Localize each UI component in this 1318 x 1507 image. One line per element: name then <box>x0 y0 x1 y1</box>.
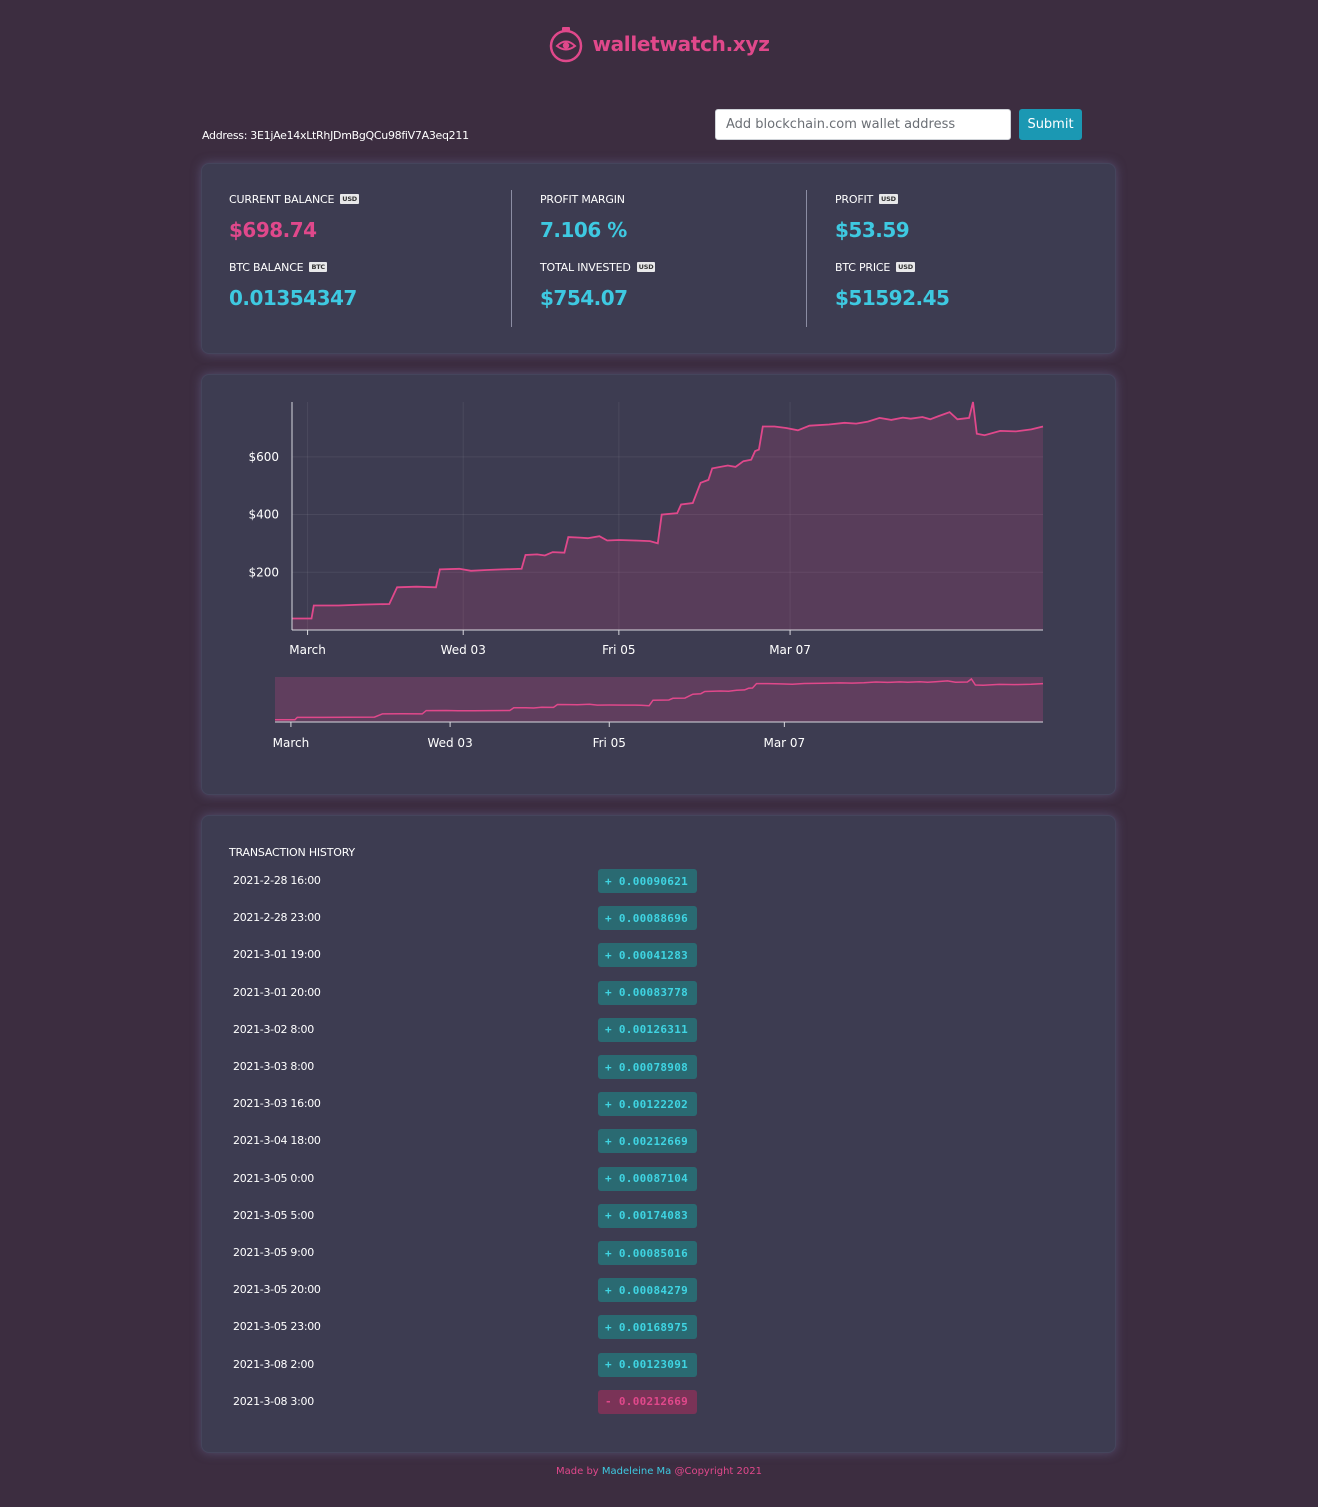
transaction-row: 2021-2-28 23:00 + 0.00088696 <box>233 906 713 931</box>
transaction-amount-badge: + 0.00078908 <box>598 1055 697 1079</box>
transaction-row: 2021-3-01 19:00 + 0.00041283 <box>233 943 713 968</box>
navigator-tick-label: Fri 05 <box>593 736 626 750</box>
transaction-amount-badge: + 0.00083778 <box>598 980 697 1005</box>
current-balance-label: CURRENT BALANCE USD <box>229 190 496 208</box>
transaction-row: 2021-3-05 9:00 + 0.00085016 <box>233 1241 713 1265</box>
transaction-date: 2021-3-05 23:00 <box>233 1320 321 1334</box>
transaction-date: 2021-2-28 23:00 <box>233 911 321 925</box>
btc-price-label-text: BTC PRICE <box>835 260 891 274</box>
transaction-amount-badge: + 0.00212669 <box>598 1129 697 1154</box>
x-tick-label: Mar 07 <box>769 643 811 657</box>
wallet-address-input[interactable] <box>715 109 1011 140</box>
btc-balance-label: BTC BALANCE BTC <box>229 258 496 276</box>
transaction-amount-badge: + 0.00088696 <box>598 906 697 931</box>
transaction-date: 2021-3-08 2:00 <box>233 1357 314 1371</box>
transaction-row: 2021-3-03 8:00 + 0.00078908 <box>233 1055 713 1079</box>
footer: Made by Madeleine Ma @Copyright 2021 <box>0 1466 1318 1477</box>
footer-copyright: @Copyright 2021 <box>671 1466 762 1477</box>
transaction-amount-badge: + 0.00085016 <box>598 1241 697 1265</box>
transaction-amount-badge: + 0.00123091 <box>598 1352 697 1377</box>
transaction-row: 2021-3-08 2:00 + 0.00123091 <box>233 1352 713 1377</box>
transaction-amount-badge: + 0.00090621 <box>598 869 697 893</box>
current-balance-label-text: CURRENT BALANCE <box>229 192 335 206</box>
transaction-history-card: TRANSACTION HISTORY 2021-2-28 16:00 + 0.0… <box>201 815 1116 1453</box>
transaction-row: 2021-2-28 16:00 + 0.00090621 <box>233 869 713 893</box>
btc-balance-value: 0.01354347 <box>229 286 357 310</box>
stats-column-profit: PROFIT USD $53.59 BTC PRICE USD $51592.4… <box>806 190 1101 327</box>
x-tick-label: Fri 05 <box>602 643 635 657</box>
wallet-address: Address: 3E1jAe14xLtRhJDmBgQCu98fiV7A3eq… <box>202 129 469 142</box>
profit-margin-label: PROFIT MARGIN <box>540 190 806 208</box>
transaction-date: 2021-3-01 20:00 <box>233 985 321 999</box>
current-balance-value: $698.74 <box>229 218 317 242</box>
transaction-row: 2021-3-05 5:00 + 0.00174083 <box>233 1203 713 1228</box>
stats-column-profit-margin: PROFIT MARGIN 7.106 % TOTAL INVESTED USD… <box>511 190 806 327</box>
transaction-date: 2021-3-05 0:00 <box>233 1171 314 1185</box>
footer-author-link[interactable]: Madeleine Ma <box>602 1466 671 1477</box>
profit-label: PROFIT USD <box>835 190 1101 208</box>
stats-column-balance: CURRENT BALANCE USD $698.74 BTC BALANCE … <box>201 190 496 327</box>
navigator-tick-label: March <box>273 736 310 750</box>
profit-margin-label-text: PROFIT MARGIN <box>540 192 625 206</box>
transaction-amount-badge: + 0.00087104 <box>598 1166 697 1191</box>
transaction-date: 2021-3-01 19:00 <box>233 948 321 962</box>
balance-chart-card: $200 $400 $600 March Wed 03 Fri 05 Mar 07 March… <box>201 374 1116 795</box>
y-tick-label: $600 <box>248 450 279 464</box>
transaction-amount-badge: - 0.00212669 <box>598 1389 697 1414</box>
transaction-date: 2021-2-28 16:00 <box>233 874 321 887</box>
btc-balance-label-text: BTC BALANCE <box>229 260 304 274</box>
usd-badge: USD <box>340 194 360 204</box>
x-tick-label: March <box>289 643 326 657</box>
transaction-row: 2021-3-02 8:00 + 0.00126311 <box>233 1017 713 1042</box>
brand-name[interactable]: walletwatch.xyz <box>592 32 769 56</box>
usd-badge: USD <box>879 194 898 204</box>
transaction-row: 2021-3-08 3:00 - 0.00212669 <box>233 1389 713 1414</box>
transaction-row: 2021-3-05 0:00 + 0.00087104 <box>233 1166 713 1191</box>
transaction-amount-badge: + 0.00122202 <box>598 1092 697 1117</box>
navigator-tick-label: Mar 07 <box>763 736 805 750</box>
profit-label-text: PROFIT <box>835 192 874 206</box>
transaction-row: 2021-3-04 18:00 + 0.00212669 <box>233 1129 713 1154</box>
transaction-amount-badge: + 0.00174083 <box>598 1203 697 1228</box>
transaction-date: 2021-3-03 16:00 <box>233 1097 321 1111</box>
profit-value: $53.59 <box>835 218 910 242</box>
usd-badge: USD <box>896 262 915 272</box>
transaction-date: 2021-3-04 18:00 <box>233 1134 321 1148</box>
transaction-row: 2021-3-03 16:00 + 0.00122202 <box>233 1092 713 1117</box>
stats-card: CURRENT BALANCE USD $698.74 BTC BALANCE … <box>201 163 1116 354</box>
transaction-date: 2021-3-05 20:00 <box>233 1283 321 1297</box>
transaction-amount-badge: + 0.00041283 <box>598 943 697 968</box>
btc-price-label: BTC PRICE USD <box>835 258 1101 276</box>
transaction-amount-badge: + 0.00126311 <box>598 1017 697 1042</box>
footer-made-by: Made by <box>556 1466 602 1477</box>
transaction-date: 2021-3-05 5:00 <box>233 1208 314 1222</box>
transaction-row: 2021-3-01 20:00 + 0.00083778 <box>233 980 713 1005</box>
transaction-row: 2021-3-05 23:00 + 0.00168975 <box>233 1315 713 1340</box>
total-invested-label: TOTAL INVESTED USD <box>540 258 806 276</box>
usd-badge: USD <box>636 262 656 272</box>
profit-margin-value: 7.106 % <box>540 218 627 242</box>
total-invested-label-text: TOTAL INVESTED <box>540 260 631 274</box>
transaction-date: 2021-3-08 3:00 <box>233 1394 314 1408</box>
total-invested-value: $754.07 <box>540 286 628 310</box>
balance-chart[interactable]: $200 $400 $600 March Wed 03 Fri 05 Mar 07 March… <box>201 374 1116 795</box>
transaction-date: 2021-3-05 9:00 <box>233 1246 314 1259</box>
submit-button[interactable]: Submit <box>1019 109 1082 140</box>
balance-area-fill <box>292 402 1043 630</box>
transaction-date: 2021-3-02 8:00 <box>233 1022 314 1036</box>
x-tick-label: Wed 03 <box>441 643 486 657</box>
btc-price-value: $51592.45 <box>835 286 950 310</box>
btc-badge: BTC <box>309 262 327 272</box>
brand-header: walletwatch.xyz <box>0 24 1318 64</box>
transaction-history-title: TRANSACTION HISTORY <box>229 846 355 859</box>
y-tick-label: $200 <box>248 565 279 579</box>
y-tick-label: $400 <box>248 508 279 522</box>
transaction-date: 2021-3-03 8:00 <box>233 1060 314 1073</box>
transaction-row: 2021-3-05 20:00 + 0.00084279 <box>233 1278 713 1303</box>
watch-eye-logo-icon <box>550 27 583 63</box>
transaction-amount-badge: + 0.00084279 <box>598 1278 697 1303</box>
transaction-amount-badge: + 0.00168975 <box>598 1315 697 1340</box>
navigator-tick-label: Wed 03 <box>427 736 472 750</box>
